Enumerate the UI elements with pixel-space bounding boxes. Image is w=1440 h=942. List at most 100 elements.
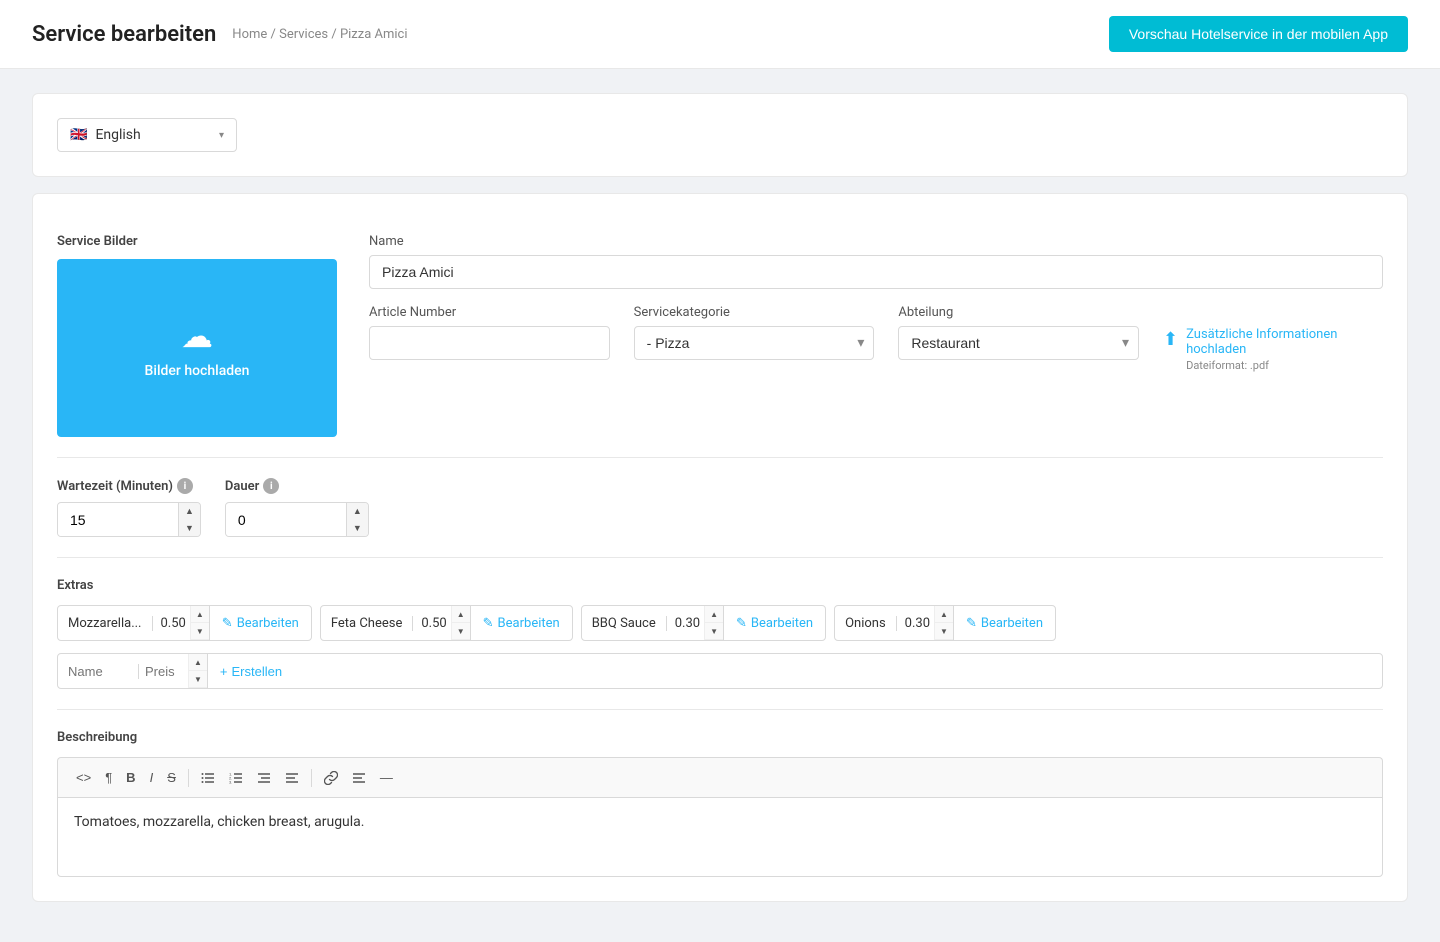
category-select[interactable]: - Pizza [634, 326, 875, 360]
plus-icon: + [220, 664, 228, 679]
extra-edit-feta[interactable]: ✎ Bearbeiten [470, 606, 572, 640]
breadcrumb-pizza[interactable]: Pizza Amici [340, 27, 408, 42]
extra-price-bbq: 0.30 [667, 616, 704, 631]
extra-increment-feta[interactable]: ▲ [452, 606, 470, 623]
duration-label: Dauer [225, 479, 259, 494]
description-section: Beschreibung <> ¶ B I S 1.2.3. [57, 730, 1383, 877]
duration-decrement[interactable]: ▼ [347, 520, 368, 537]
breadcrumb-services[interactable]: Services [279, 27, 328, 42]
language-selector[interactable]: 🇬🇧 English ▾ [57, 118, 237, 152]
edit-label-onions: Bearbeiten [981, 616, 1043, 631]
article-label: Article Number [369, 305, 610, 320]
edit-label-feta: Bearbeiten [498, 616, 560, 631]
breadcrumb-sep1: / [271, 27, 280, 42]
language-card: 🇬🇧 English ▾ [32, 93, 1408, 177]
editor-content[interactable]: Tomatoes, mozzarella, chicken breast, ar… [57, 797, 1383, 877]
breadcrumb-home[interactable]: Home [232, 27, 267, 42]
extra-spinners-mozzarella: ▲ ▼ [190, 606, 209, 640]
name-input[interactable] [369, 255, 1383, 289]
department-select-wrapper: Restaurant [898, 326, 1139, 360]
toolbar-indent-left-btn[interactable] [251, 767, 277, 789]
new-extra-increment[interactable]: ▲ [189, 654, 207, 671]
duration-input-wrapper: ▲ ▼ [225, 502, 369, 537]
duration-input[interactable] [226, 504, 346, 536]
extra-item-bbq: BBQ Sauce 0.30 ▲ ▼ ✎ Bearbeiten [581, 605, 826, 641]
service-images-label: Service Bilder [57, 234, 337, 249]
header-left: Service bearbeiten Home / Services / Piz… [32, 22, 408, 47]
department-label: Abteilung [898, 305, 1139, 320]
extra-name-onions: Onions [835, 616, 897, 631]
new-extra-name-input[interactable] [58, 664, 138, 679]
extra-decrement-mozzarella[interactable]: ▼ [191, 623, 209, 640]
extra-price-feta: 0.50 [413, 616, 450, 631]
extra-increment-onions[interactable]: ▲ [935, 606, 953, 623]
extra-spinners-bbq: ▲ ▼ [704, 606, 723, 640]
toolbar-indent-right-btn[interactable] [279, 767, 305, 789]
wait-time-decrement[interactable]: ▼ [179, 520, 200, 537]
upload-box[interactable]: ☁ Bilder hochladen [57, 259, 337, 437]
upload-info-sub: Dateiformat: .pdf [1186, 359, 1383, 372]
extra-increment-bbq[interactable]: ▲ [705, 606, 723, 623]
page-title: Service bearbeiten [32, 22, 216, 47]
toolbar-ul-btn[interactable] [195, 767, 221, 789]
chevron-down-icon: ▾ [219, 130, 224, 141]
upload-file-icon: ⬆ [1163, 329, 1178, 350]
divider-2 [57, 557, 1383, 558]
extras-label: Extras [57, 578, 1383, 593]
toolbar-code-btn[interactable]: <> [70, 766, 97, 789]
upload-label: Bilder hochladen [145, 363, 250, 379]
new-extra-price-input[interactable] [138, 664, 188, 679]
breadcrumb: Home / Services / Pizza Amici [232, 27, 407, 42]
pencil-icon-onions: ✎ [966, 616, 977, 631]
new-extra-decrement[interactable]: ▼ [189, 671, 207, 688]
extra-edit-mozzarella[interactable]: ✎ Bearbeiten [209, 606, 311, 640]
duration-spinners: ▲ ▼ [346, 503, 368, 536]
duration-info-badge: i [263, 478, 279, 494]
name-label: Name [369, 234, 1383, 249]
extra-item-onions: Onions 0.30 ▲ ▼ ✎ Bearbeiten [834, 605, 1056, 641]
upload-info-link[interactable]: Zusätzliche Informationen hochladen [1186, 327, 1383, 357]
extra-item-feta: Feta Cheese 0.50 ▲ ▼ ✎ Bearbeiten [320, 605, 573, 641]
extra-increment-mozzarella[interactable]: ▲ [191, 606, 209, 623]
upload-info: ⬆ Zusätzliche Informationen hochladen Da… [1163, 327, 1383, 372]
toolbar-align-btn[interactable] [346, 767, 372, 789]
edit-label-bbq: Bearbeiten [751, 616, 813, 631]
toolbar-hr-btn[interactable]: — [374, 766, 399, 789]
extra-price-mozzarella: 0.50 [153, 616, 190, 631]
extra-decrement-bbq[interactable]: ▼ [705, 623, 723, 640]
category-select-wrapper: - Pizza [634, 326, 875, 360]
toolbar-strikethrough-btn[interactable]: S [161, 766, 182, 789]
extra-name-feta: Feta Cheese [321, 616, 414, 631]
preview-button[interactable]: Vorschau Hotelservice in der mobilen App [1109, 16, 1408, 52]
editor-toolbar: <> ¶ B I S 1.2.3. [57, 757, 1383, 797]
pencil-icon-feta: ✎ [483, 616, 494, 631]
extra-spinners-onions: ▲ ▼ [934, 606, 953, 640]
image-section: Service Bilder ☁ Bilder hochladen [57, 234, 337, 437]
toolbar-bold-btn[interactable]: B [120, 766, 141, 789]
new-extra-spinners: ▲ ▼ [188, 654, 207, 688]
wait-time-group: Wartezeit (Minuten) i ▲ ▼ [57, 478, 201, 537]
extra-decrement-feta[interactable]: ▼ [452, 623, 470, 640]
category-label: Servicekategorie [634, 305, 875, 320]
wait-section: Wartezeit (Minuten) i ▲ ▼ Dauer i [57, 478, 1383, 537]
extra-item-mozzarella: Mozzarella... 0.50 ▲ ▼ ✎ Bearbeiten [57, 605, 312, 641]
toolbar-paragraph-btn[interactable]: ¶ [99, 766, 118, 789]
wait-time-increment[interactable]: ▲ [179, 503, 200, 520]
extra-edit-onions[interactable]: ✎ Bearbeiten [953, 606, 1055, 640]
divider-1 [57, 457, 1383, 458]
extra-decrement-onions[interactable]: ▼ [935, 623, 953, 640]
create-extra-button[interactable]: + Erstellen [207, 654, 294, 688]
toolbar-link-btn[interactable] [318, 767, 344, 789]
pencil-icon-bbq: ✎ [736, 616, 747, 631]
duration-increment[interactable]: ▲ [347, 503, 368, 520]
extra-edit-bbq[interactable]: ✎ Bearbeiten [723, 606, 825, 640]
article-col: Article Number [369, 305, 610, 360]
toolbar-ol-btn[interactable]: 1.2.3. [223, 767, 249, 789]
article-number-input[interactable] [369, 326, 610, 360]
header: Service bearbeiten Home / Services / Piz… [0, 0, 1440, 69]
form-section: Service Bilder ☁ Bilder hochladen Name A… [57, 234, 1383, 437]
language-label: English [95, 127, 140, 143]
toolbar-italic-btn[interactable]: I [144, 766, 160, 789]
department-select[interactable]: Restaurant [898, 326, 1139, 360]
wait-time-input[interactable] [58, 504, 178, 536]
